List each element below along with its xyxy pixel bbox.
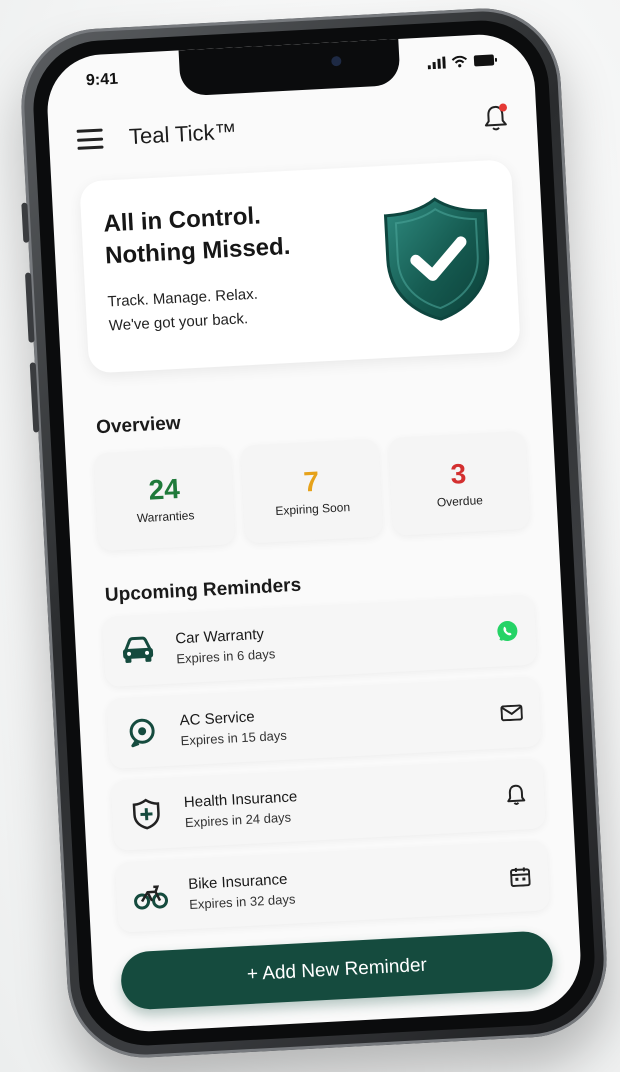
volume-down-button bbox=[29, 362, 40, 433]
stat-value: 24 bbox=[147, 472, 181, 506]
reminder-item-ac-service[interactable]: AC Service Expires in 15 days bbox=[106, 676, 542, 769]
app-header: Teal Tick™ bbox=[76, 91, 510, 166]
phone-mockup: 9:41 Teal Tick™ All in Control. Nothing … bbox=[17, 4, 611, 1062]
stat-value: 3 bbox=[449, 457, 468, 490]
overview-stats: 24 Warranties 7 Expiring Soon 3 Overdue bbox=[93, 430, 531, 552]
status-time: 9:41 bbox=[85, 70, 119, 90]
mute-switch bbox=[21, 202, 30, 243]
volume-up-button bbox=[24, 272, 35, 343]
shield-check-icon bbox=[383, 197, 490, 321]
mail-icon[interactable] bbox=[499, 700, 524, 725]
stat-value: 7 bbox=[302, 465, 320, 498]
status-icons bbox=[427, 54, 498, 70]
reminders-list: Car Warranty Expires in 6 days AC Servic… bbox=[102, 594, 551, 933]
wifi-icon bbox=[451, 55, 468, 68]
notification-bell-button[interactable] bbox=[482, 103, 509, 132]
reminder-item-car-warranty[interactable]: Car Warranty Expires in 6 days bbox=[102, 594, 538, 688]
whatsapp-icon[interactable] bbox=[495, 618, 520, 643]
phone-screen: 9:41 Teal Tick™ All in Control. Nothing … bbox=[44, 31, 584, 1035]
add-new-reminder-button[interactable]: + Add New Reminder bbox=[119, 930, 555, 1011]
reminder-text: Health Insurance Expires in 24 days bbox=[183, 777, 504, 830]
stage: 9:41 Teal Tick™ All in Control. Nothing … bbox=[0, 0, 620, 1072]
health-shield-icon bbox=[128, 795, 166, 833]
signal-icon bbox=[427, 56, 446, 70]
reminder-text: Bike Insurance Expires in 32 days bbox=[188, 859, 509, 912]
stat-label: Warranties bbox=[136, 508, 195, 526]
overview-title: Overview bbox=[95, 412, 182, 439]
stat-card-expiring-soon[interactable]: 7 Expiring Soon bbox=[240, 438, 383, 544]
hero-card: All in Control. Nothing Missed. Track. M… bbox=[79, 159, 521, 374]
reminder-text: Car Warranty Expires in 6 days bbox=[175, 614, 496, 667]
stat-card-warranties[interactable]: 24 Warranties bbox=[93, 446, 236, 552]
reminder-item-health-insurance[interactable]: Health Insurance Expires in 24 days bbox=[110, 758, 546, 851]
hero-title: All in Control. Nothing Missed. bbox=[103, 194, 376, 272]
app-title: Teal Tick™ bbox=[128, 118, 238, 150]
ac-service-icon bbox=[123, 713, 161, 751]
reminder-text: AC Service Expires in 15 days bbox=[179, 696, 500, 748]
car-icon bbox=[119, 631, 157, 669]
app-content: Teal Tick™ All in Control. Nothing Misse… bbox=[76, 91, 556, 1032]
bell-icon[interactable] bbox=[503, 782, 528, 807]
stat-label: Expiring Soon bbox=[275, 500, 351, 518]
reminder-item-bike-insurance[interactable]: Bike Insurance Expires in 32 days bbox=[114, 840, 551, 933]
stat-card-overdue[interactable]: 3 Overdue bbox=[387, 430, 531, 536]
bike-icon bbox=[132, 877, 170, 915]
calendar-icon[interactable] bbox=[508, 864, 533, 889]
stat-label: Overdue bbox=[436, 493, 484, 510]
battery-icon bbox=[473, 54, 498, 67]
hamburger-menu-icon[interactable] bbox=[76, 128, 104, 150]
